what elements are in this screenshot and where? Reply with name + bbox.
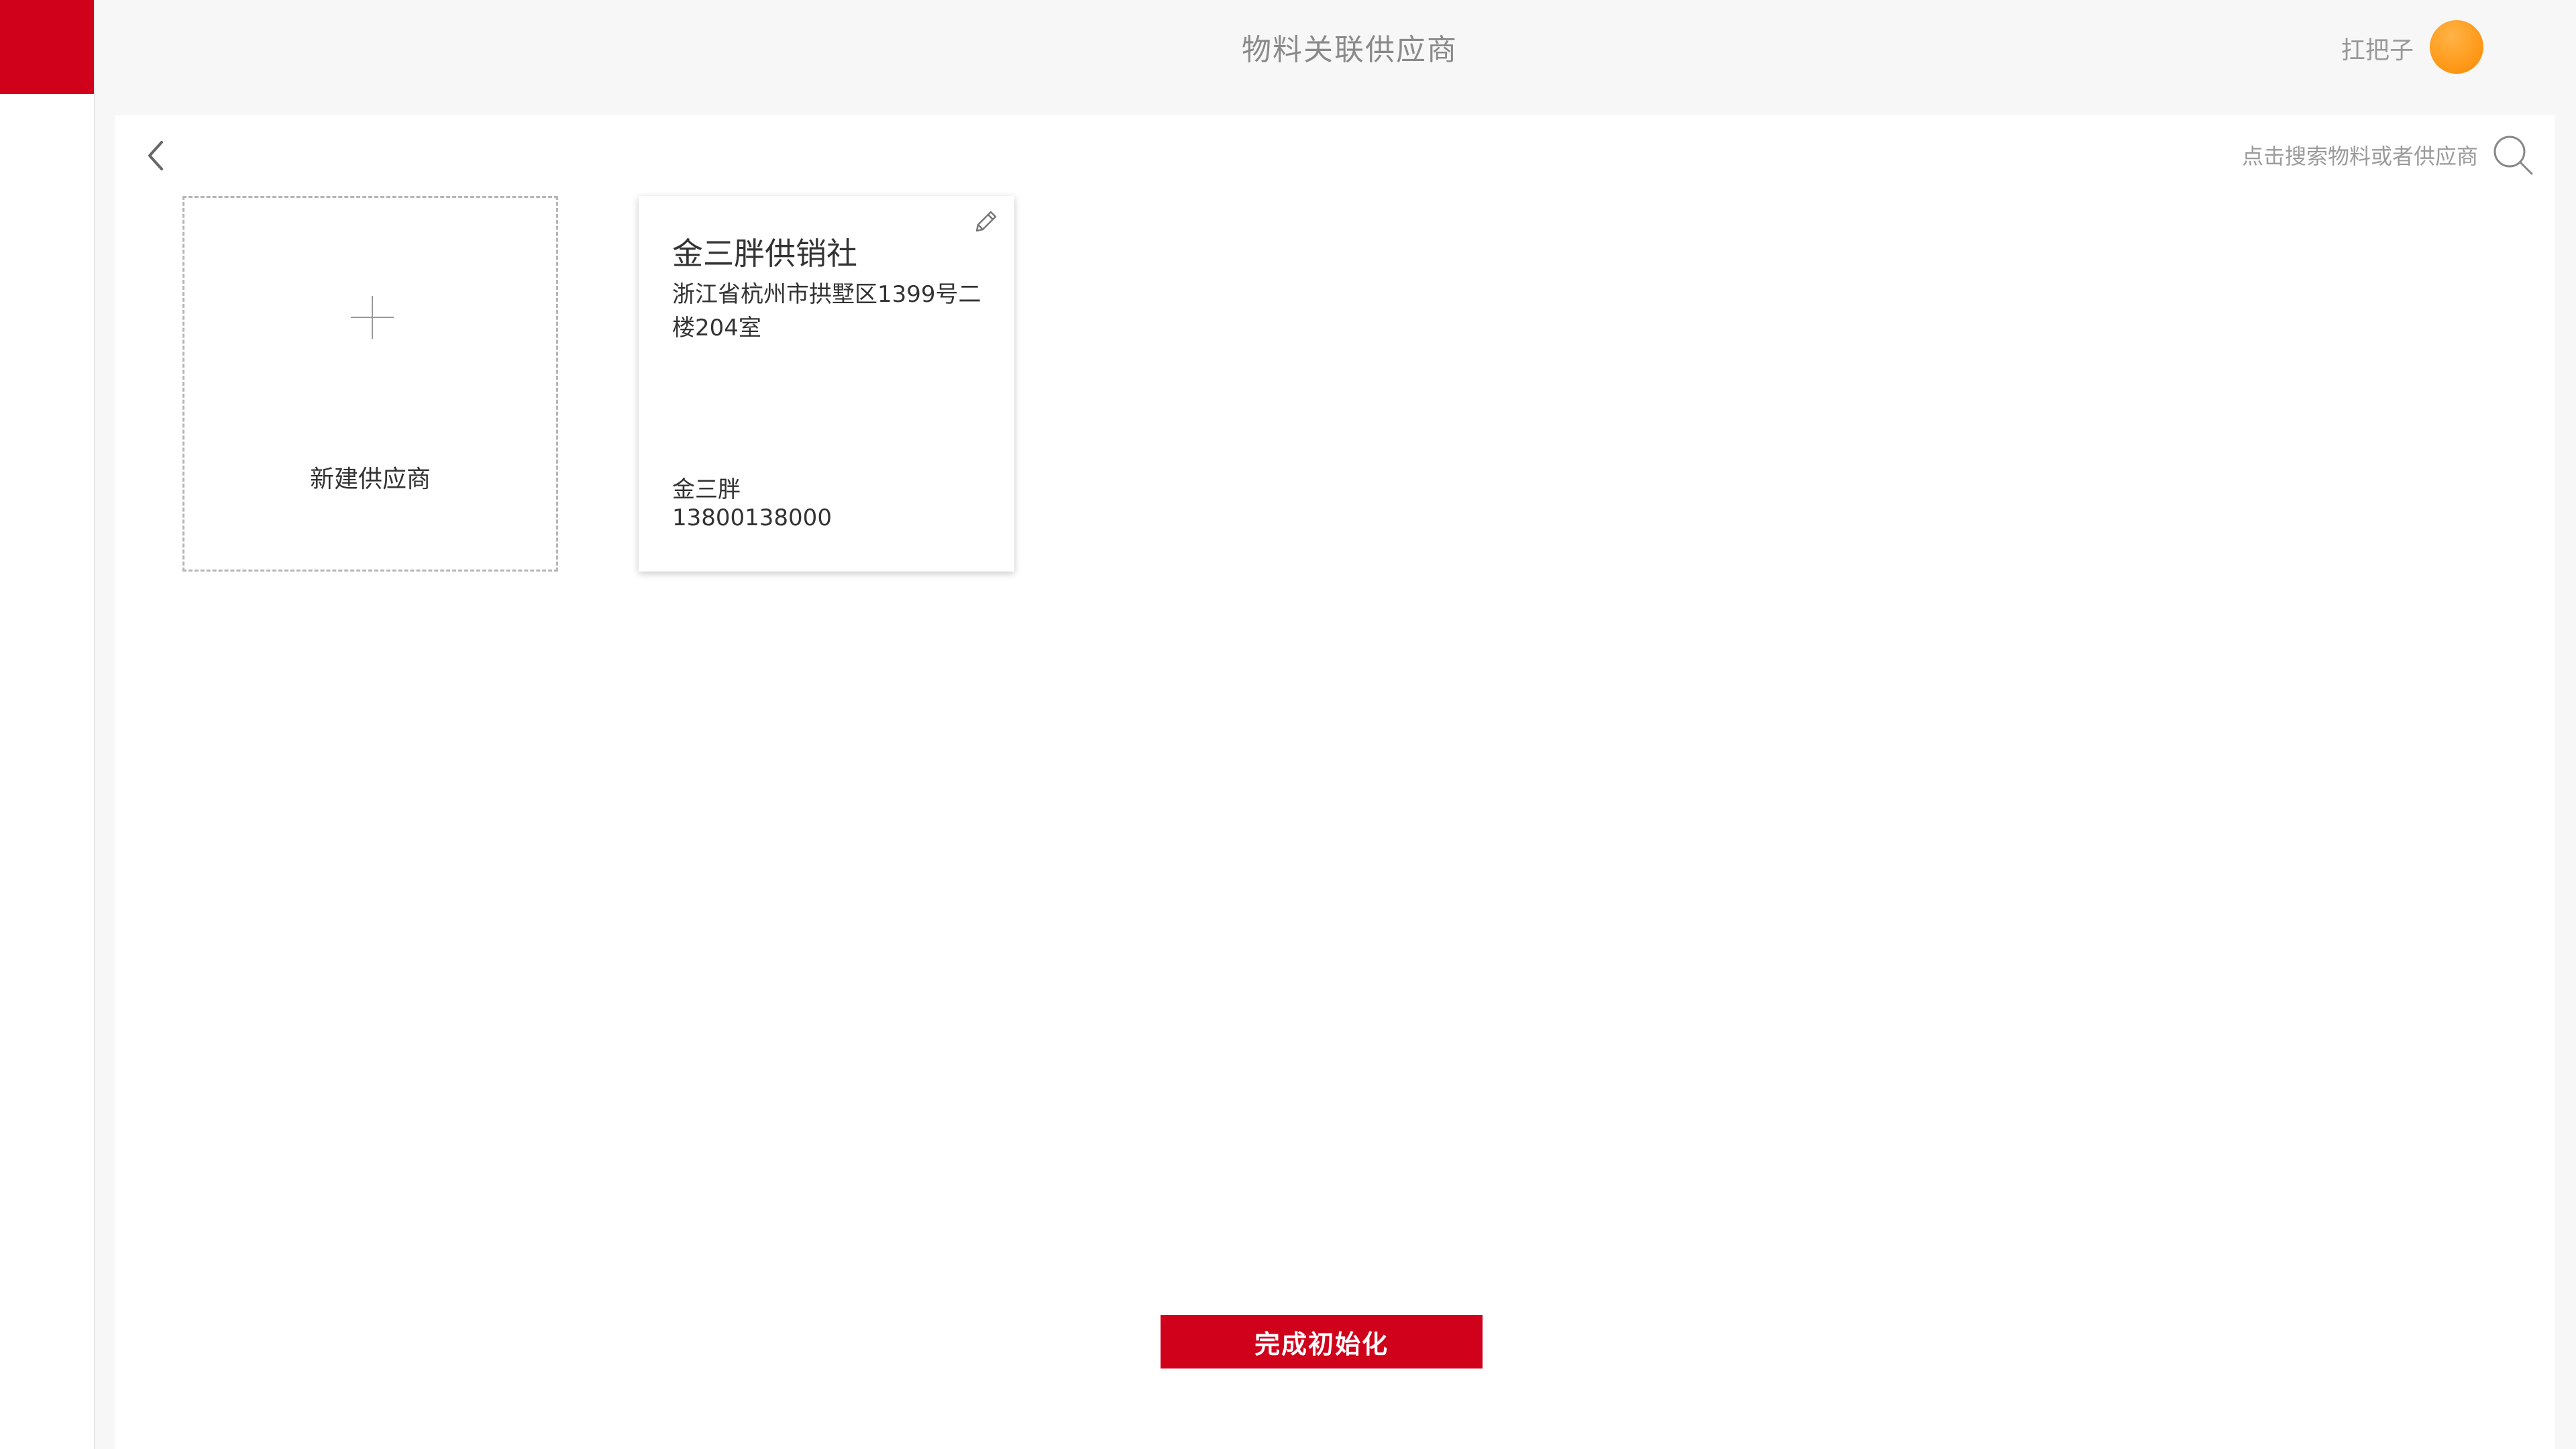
supplier-name: 金三胖供销社 [672,235,857,272]
supplier-contact-name: 金三胖 [672,476,741,503]
finish-initialization-button[interactable]: 完成初始化 [1161,1315,1483,1368]
new-supplier-card[interactable]: 新建供应商 [182,196,558,572]
search-placeholder: 点击搜索物料或者供应商 [2241,144,2478,169]
user-name[interactable]: 扛把子 [2341,31,2414,66]
supplier-phone: 13800138000 [672,504,832,531]
main-panel: 点击搜索物料或者供应商 新建供应商 金三胖供销社 浙江省杭州市拱墅区1399号二… [115,115,2555,1449]
header-bar: 物料关联供应商 扛把子 [97,0,2576,114]
chevron-left-icon [148,141,163,170]
page-title: 物料关联供应商 [1242,33,1458,67]
supplier-address: 浙江省杭州市拱墅区1399号二楼204室 [672,281,981,341]
pencil-icon [975,211,997,232]
avatar[interactable] [2430,20,2483,74]
supplier-card[interactable]: 金三胖供销社 浙江省杭州市拱墅区1399号二楼204室 金三胖 13800138… [639,196,1014,572]
edit-button[interactable] [967,203,1005,240]
back-button[interactable] [136,136,176,176]
search-icon[interactable] [2491,133,2534,176]
search-input[interactable]: 点击搜索物料或者供应商 [2242,131,2534,178]
plus-icon [351,296,394,339]
brand-logo-block[interactable] [0,0,94,94]
sidebar [0,0,95,1449]
new-supplier-label: 新建供应商 [309,466,431,493]
